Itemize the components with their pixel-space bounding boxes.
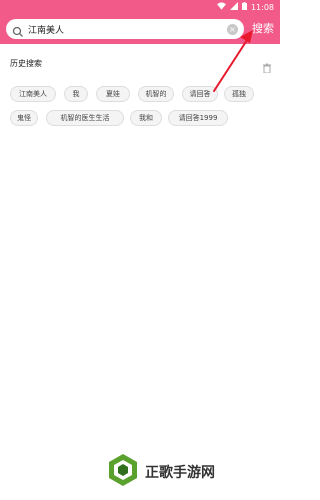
watermark-logo-icon <box>105 452 141 492</box>
history-chip[interactable]: 江南美人 <box>10 86 56 102</box>
history-chip[interactable]: 我 <box>64 86 88 102</box>
wifi-icon <box>216 2 226 12</box>
search-input[interactable] <box>24 20 227 38</box>
watermark-text: 正歌手游网 <box>145 465 215 481</box>
status-bar: 11:08 <box>0 0 280 14</box>
history-header: 历史搜索 <box>10 56 272 74</box>
search-icon <box>12 23 24 37</box>
search-header: × 搜索 <box>0 14 280 44</box>
history-chip[interactable]: 孤独 <box>224 86 254 102</box>
signal-icon <box>229 2 238 12</box>
status-time: 11:08 <box>250 2 274 12</box>
battery-icon <box>241 2 247 12</box>
history-chip[interactable]: 鬼怪 <box>10 110 38 126</box>
history-chip[interactable]: 请回答 <box>182 86 218 102</box>
history-chip[interactable]: 我和 <box>130 110 162 126</box>
search-box[interactable]: × <box>6 19 244 39</box>
history-chip[interactable]: 机智的 <box>138 86 174 102</box>
history-chip[interactable]: 请回答1999 <box>168 110 228 126</box>
history-chip[interactable]: 夏娃 <box>96 86 130 102</box>
clear-icon[interactable]: × <box>227 23 238 35</box>
trash-icon[interactable] <box>262 58 272 74</box>
history-title: 历史搜索 <box>10 58 42 68</box>
annotation-arrow <box>213 30 253 92</box>
history-chip[interactable]: 机智的医生生活 <box>46 110 124 126</box>
search-button[interactable]: 搜索 <box>250 20 276 38</box>
watermark: 正歌手游网 <box>105 452 215 492</box>
